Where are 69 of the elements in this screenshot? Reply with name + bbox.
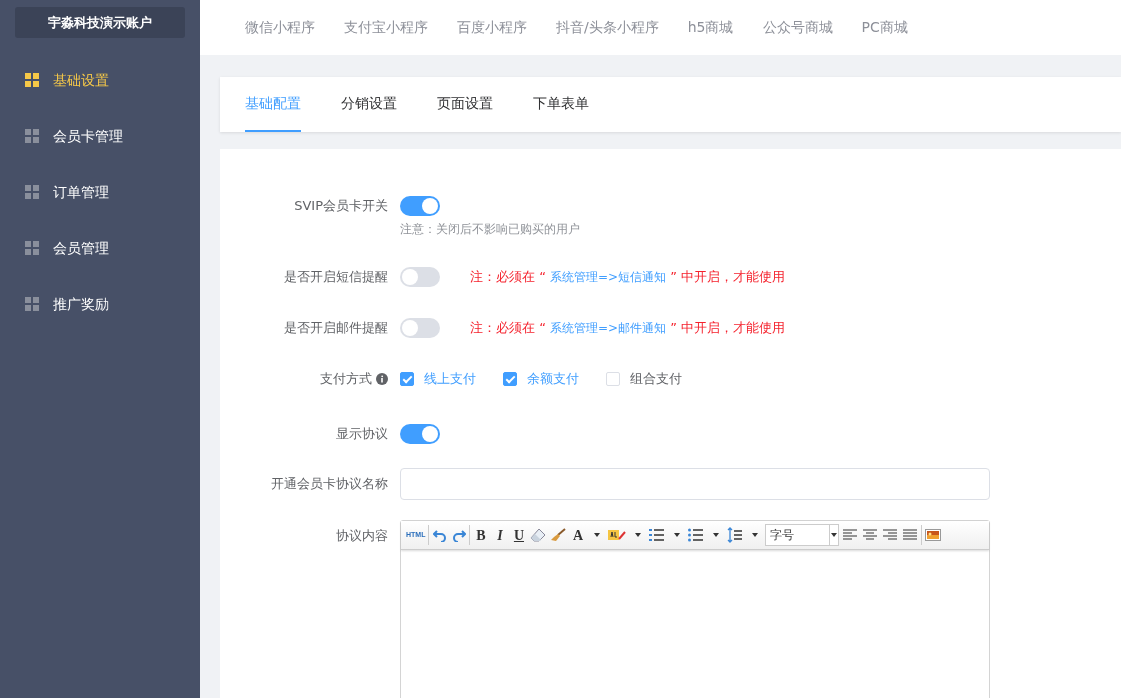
platform-tab[interactable]: 抖音/头条小程序 <box>556 17 659 38</box>
text-input[interactable] <box>400 468 990 500</box>
platform-tab[interactable]: 支付宝小程序 <box>344 17 428 38</box>
field-label: 是否开启邮件提醒 <box>284 319 388 337</box>
font-size-select[interactable]: 字号 <box>765 524 840 546</box>
font-color-button[interactable]: A <box>569 524 587 546</box>
grid-icon <box>25 185 39 199</box>
settings-tab[interactable]: 页面设置 <box>437 77 493 132</box>
caret-icon[interactable] <box>751 533 758 537</box>
undo-icon[interactable] <box>432 528 447 542</box>
toggle-switch[interactable] <box>400 267 440 287</box>
checkbox[interactable] <box>503 371 517 386</box>
sidebar-item[interactable]: 会员卡管理 <box>0 108 200 164</box>
highlight-icon[interactable] <box>608 528 627 542</box>
settings-link[interactable]: 系统管理=>短信通知 <box>550 270 667 284</box>
line-spacing-icon[interactable] <box>727 527 744 543</box>
platform-tab[interactable]: h5商城 <box>687 17 734 38</box>
settings-tab[interactable]: 基础配置 <box>245 77 301 132</box>
account-name: 宇淼科技演示账户 <box>15 7 185 38</box>
sidebar-item[interactable]: 推广奖励 <box>0 276 200 332</box>
grid-icon <box>25 129 39 143</box>
underline-button[interactable]: U <box>510 524 528 546</box>
field-label: 显示协议 <box>336 425 388 443</box>
checkbox[interactable] <box>400 371 414 386</box>
note-text: 注：必须在 “ 系统管理=>邮件通知 ” 中开启，才能使用 <box>470 319 786 337</box>
field-label: SVIP会员卡开关 <box>294 197 388 215</box>
note-text: 注：必须在 “ 系统管理=>短信通知 ” 中开启，才能使用 <box>470 268 786 286</box>
checkbox-label[interactable]: 组合支付 <box>630 369 682 389</box>
numbered-list-icon[interactable] <box>649 528 666 542</box>
platform-tab[interactable]: 百度小程序 <box>457 17 527 38</box>
caret-icon <box>831 533 838 537</box>
brush-icon[interactable] <box>550 528 567 542</box>
settings-tab[interactable]: 下单表单 <box>533 77 589 132</box>
image-icon[interactable] <box>925 529 942 541</box>
align-center-icon[interactable] <box>862 527 879 543</box>
toggle-switch[interactable] <box>400 424 440 444</box>
bulleted-list-icon[interactable] <box>688 528 705 542</box>
platform-tab[interactable]: 微信小程序 <box>245 17 315 38</box>
checkbox-label[interactable]: 线上支付 <box>424 369 476 389</box>
platform-tab[interactable]: PC商城 <box>861 17 908 38</box>
italic-button[interactable]: I <box>491 524 509 546</box>
redo-icon[interactable] <box>451 528 466 542</box>
checkbox-label[interactable]: 余额支付 <box>527 369 579 389</box>
caret-icon[interactable] <box>634 533 641 537</box>
align-left-icon[interactable] <box>842 527 859 543</box>
sidebar-item[interactable]: 基础设置 <box>0 52 200 108</box>
settings-tab[interactable]: 分销设置 <box>341 77 397 132</box>
field-label: 是否开启短信提醒 <box>284 268 388 286</box>
grid-icon <box>25 73 39 87</box>
field-label: 支付方式 <box>320 370 372 388</box>
toggle-switch[interactable] <box>400 318 440 338</box>
caret-icon[interactable] <box>593 533 600 537</box>
eraser-icon[interactable] <box>530 528 547 542</box>
grid-icon <box>25 241 39 255</box>
info-icon[interactable] <box>376 373 388 385</box>
sidebar-item[interactable]: 订单管理 <box>0 164 200 220</box>
align-right-icon[interactable] <box>882 527 899 543</box>
settings-link[interactable]: 系统管理=>邮件通知 <box>550 321 667 335</box>
field-label: 协议内容 <box>336 527 388 545</box>
field-label: 开通会员卡协议名称 <box>271 475 388 493</box>
justify-icon[interactable] <box>902 527 919 543</box>
bold-button[interactable]: B <box>472 524 490 546</box>
toggle-switch[interactable] <box>400 196 440 216</box>
hint-text: 注意：关闭后不影响已购买的用户 <box>400 221 580 238</box>
grid-icon <box>25 297 39 311</box>
sidebar-item[interactable]: 会员管理 <box>0 220 200 276</box>
platform-tab[interactable]: 公众号商城 <box>762 17 833 38</box>
caret-icon[interactable] <box>673 533 680 537</box>
caret-icon[interactable] <box>712 533 719 537</box>
